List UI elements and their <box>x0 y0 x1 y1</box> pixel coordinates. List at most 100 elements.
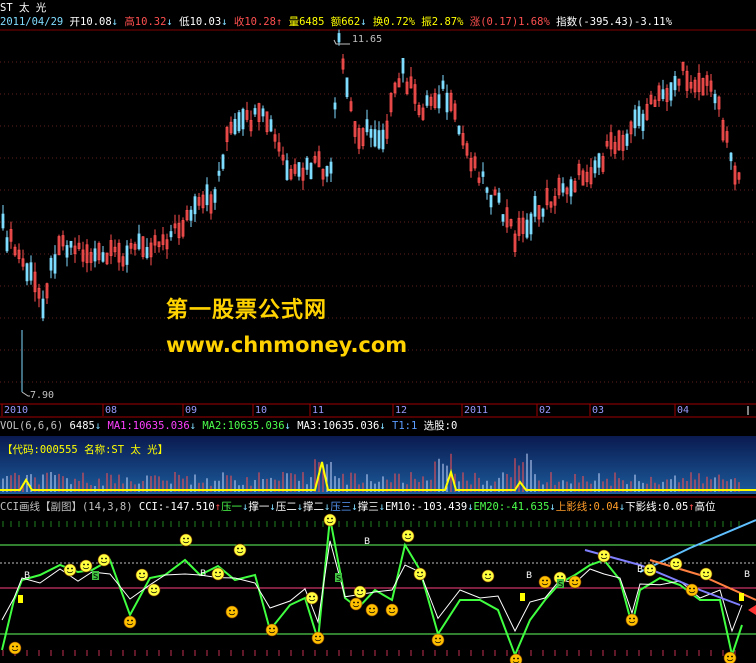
smiley-marker-icon <box>401 529 415 543</box>
time-axis-label: 02 <box>539 405 552 416</box>
smiley-marker-icon <box>669 557 683 571</box>
smiley-eye <box>605 553 607 556</box>
candle-body <box>25 263 29 282</box>
smiley-marker-icon <box>349 597 363 611</box>
smiley-eye <box>353 601 355 604</box>
smiley-marker-icon <box>225 605 239 619</box>
buy-mark: B <box>526 571 532 581</box>
watermark-title: 第一股票公式网 <box>166 298 328 323</box>
smiley-eye <box>409 533 411 536</box>
smiley-eye <box>389 607 391 610</box>
smiley-marker-icon <box>211 567 225 581</box>
max-price-pointer <box>333 39 350 45</box>
candle-body <box>193 196 197 215</box>
candle-body <box>489 194 493 208</box>
smiley-eye <box>357 589 359 592</box>
candle-body <box>501 214 505 222</box>
smiley-eye <box>393 607 395 610</box>
smiley-marker-icon <box>305 591 319 605</box>
candle-body <box>125 245 129 265</box>
cci-high: 高位 <box>694 501 716 513</box>
cci-yoke2: 压二 <box>275 501 297 513</box>
candle-body <box>637 106 641 126</box>
candle-body <box>189 209 193 221</box>
candle-body <box>441 80 445 89</box>
smiley-eye <box>67 567 69 570</box>
vol-t1: T1:1 <box>392 420 418 432</box>
smiley-eye <box>689 587 691 590</box>
smiley-marker-icon <box>147 583 161 597</box>
watermark-url: www.chnmoney.com <box>166 333 408 357</box>
signal-square <box>18 595 23 603</box>
cci-em10: EM10:-103.439 <box>385 501 468 513</box>
smiley-marker-icon <box>311 631 325 645</box>
smiley-marker-icon <box>685 583 699 597</box>
smiley-eye <box>373 607 375 610</box>
signal-square <box>739 593 744 601</box>
smiley-eye <box>542 579 544 582</box>
candle-body <box>205 184 209 206</box>
smiley-marker-icon <box>8 641 22 655</box>
candle-body <box>297 162 301 177</box>
smiley-eye <box>327 517 329 520</box>
smiley-eye <box>319 635 321 638</box>
smiley-eye <box>229 609 231 612</box>
smiley-eye <box>309 595 311 598</box>
smiley-eye <box>485 573 487 576</box>
candle-body <box>729 152 733 162</box>
price-chart-canvas[interactable]: B B B B B B S S S <box>0 0 756 663</box>
smiley-eye <box>576 579 578 582</box>
smiley-eye <box>417 571 419 574</box>
smiley-eye <box>269 627 271 630</box>
vol-ma1: MA1:10635.036 <box>107 420 190 432</box>
smiley-eye <box>315 635 317 638</box>
smiley-eye <box>183 537 185 540</box>
smiley-eye <box>727 655 729 658</box>
candle-body <box>41 298 45 319</box>
smiley-marker-icon <box>509 653 523 663</box>
smiley-eye <box>651 567 653 570</box>
smiley-marker-icon <box>568 575 582 589</box>
smiley-marker-icon <box>265 623 279 637</box>
price-max-label: 11.65 <box>352 34 383 45</box>
cci-title[interactable]: CCI画线【副图】 <box>0 501 82 513</box>
time-axis-label: 2010 <box>4 405 29 416</box>
smiley-eye <box>629 617 631 620</box>
smiley-marker-icon <box>123 615 137 629</box>
smiley-eye <box>633 617 635 620</box>
cci-yoke1: 压一 <box>221 501 243 513</box>
sell-mark: S <box>93 572 98 581</box>
candle-body <box>221 154 225 169</box>
candle-body <box>345 77 349 97</box>
smiley-eye <box>143 572 145 575</box>
smiley-eye <box>693 587 695 590</box>
vol-title[interactable]: VOL(6,6,6) <box>0 420 63 432</box>
cci-value: CCI:-147.510 <box>138 501 215 513</box>
time-axis-label: 09 <box>185 405 198 416</box>
smiley-marker-icon <box>699 567 713 581</box>
cci-upper-shadow: 上影线:0.04 <box>555 501 619 513</box>
smiley-eye <box>101 557 103 560</box>
candle-body <box>673 75 677 91</box>
candle-body <box>669 82 673 101</box>
candle-body <box>485 187 489 193</box>
smiley-eye <box>421 571 423 574</box>
smiley-eye <box>331 517 333 520</box>
candle-body <box>497 192 501 203</box>
smiley-eye <box>127 619 129 622</box>
smiley-marker-icon <box>625 613 639 627</box>
stock-chart-window: ST 太 光 2011/04/29 开10.08↓ 高10.32↓ 低10.03… <box>0 0 756 663</box>
smiley-eye <box>517 657 519 660</box>
candle-body <box>65 245 69 258</box>
smiley-eye <box>513 657 515 660</box>
cci-em20: EM20:-41.635 <box>473 501 550 513</box>
candle-body <box>329 161 333 174</box>
smiley-marker-icon <box>63 563 77 577</box>
candle-body <box>481 171 485 177</box>
smiley-eye <box>273 627 275 630</box>
smiley-eye <box>703 571 705 574</box>
buy-mark: B <box>24 571 30 581</box>
smiley-marker-icon <box>353 585 367 599</box>
candle-body <box>457 125 461 135</box>
candle-body <box>569 179 573 197</box>
